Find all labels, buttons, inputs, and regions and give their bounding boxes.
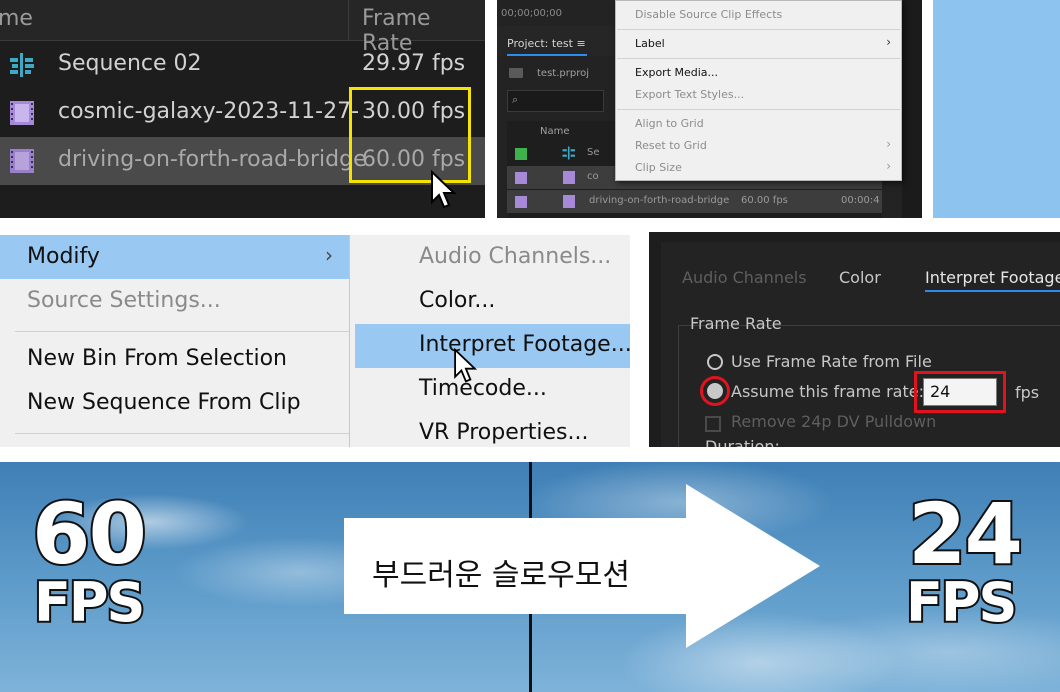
fps-before-unit: FPS xyxy=(32,571,147,634)
video-clip-icon xyxy=(10,149,34,173)
menu-item-label[interactable]: Label xyxy=(635,37,665,50)
item-duration: 00:00:4 xyxy=(841,195,880,206)
duration-label: Duration: xyxy=(705,437,780,447)
menu-separator xyxy=(15,331,349,332)
submenu-arrow-icon: › xyxy=(325,243,333,267)
menu-item-source-settings: Source Settings... xyxy=(27,288,221,313)
menu-item-new-sequence-from-clip[interactable]: New Sequence From Clip xyxy=(27,390,301,415)
item-framerate: 29.97 fps xyxy=(362,51,466,76)
timecode-display: 00;00;00;00 xyxy=(501,8,563,19)
tab-interpret-footage[interactable]: Interpret Footage xyxy=(925,268,1060,287)
name-column-header[interactable]: Name xyxy=(540,126,570,137)
checkbox-remove-pulldown[interactable] xyxy=(705,416,721,432)
tab-project[interactable]: Project: test ≡ xyxy=(507,37,586,50)
item-name: driving-on-forth-road-bridge xyxy=(589,195,730,206)
name-column-header[interactable]: me xyxy=(0,6,33,31)
project-list-zoom: me Frame Rate Sequence 02 29.97 fps cosm… xyxy=(0,0,485,218)
menu-item-new-bin-from-selection[interactable]: New Bin From Selection xyxy=(27,346,287,371)
project-panel-context-menu: 00;00;00;00 Project: test ≡ test.prproj … xyxy=(497,0,922,218)
menu-item-export-text-styles: Export Text Styles... xyxy=(635,88,745,101)
submenu-arrow-icon: › xyxy=(886,137,891,151)
menu-separator xyxy=(15,433,349,434)
annotation-circle xyxy=(700,376,730,406)
menu-item-align-to-grid: Align to Grid xyxy=(635,117,704,130)
label-color-swatch xyxy=(515,148,527,160)
column-divider[interactable] xyxy=(348,0,349,40)
menu-separator xyxy=(617,109,900,110)
mouse-cursor-icon xyxy=(431,170,456,209)
panel-menu-icon[interactable]: ≡ xyxy=(576,37,585,50)
submenu-arrow-icon: › xyxy=(886,159,891,173)
list-item[interactable]: Sequence 02 29.97 fps xyxy=(0,41,485,89)
item-name: Se xyxy=(587,147,600,158)
menu-item-modify[interactable]: Modify xyxy=(27,244,100,269)
slow-motion-caption: 부드러운 슬로우모션 xyxy=(372,558,630,593)
section-title: Frame Rate xyxy=(690,314,782,333)
video-clip-icon xyxy=(563,195,575,208)
folder-icon xyxy=(509,68,523,78)
menu-item-vr-properties[interactable]: VR Properties... xyxy=(419,420,589,445)
video-clip-icon xyxy=(563,171,575,184)
item-name: cosmic-galaxy-2023-11-27- xyxy=(58,99,360,124)
active-tab-underline xyxy=(507,54,587,56)
menu-item-export-media[interactable]: Export Media... xyxy=(635,66,718,79)
sequence-icon xyxy=(562,146,575,160)
sequence-icon xyxy=(10,53,34,77)
menu-item-clip-size: Clip Size xyxy=(635,161,682,174)
tab-project-label: Project: test xyxy=(507,37,573,50)
fps-after-unit: FPS xyxy=(904,571,1019,634)
tab-color[interactable]: Color xyxy=(839,268,881,287)
item-framerate: 60.00 fps xyxy=(741,195,788,206)
frame-rate-field[interactable]: 24 xyxy=(923,378,997,406)
item-name: driving-on-forth-road-bridge xyxy=(58,147,367,172)
submenu-arrow-icon: › xyxy=(886,35,891,49)
item-name: co xyxy=(587,171,599,182)
label-color-swatch xyxy=(515,196,527,208)
list-item[interactable]: driving-on-forth-road-bridge 60.00 fps 0… xyxy=(507,190,882,213)
menu-item-disable-source-clip-effects: Disable Source Clip Effects xyxy=(635,8,783,21)
menu-item-interpret-footage[interactable]: Interpret Footage... xyxy=(419,332,630,357)
video-clip-icon xyxy=(10,101,34,125)
tool-strip xyxy=(902,0,922,218)
highlight-box xyxy=(349,87,471,183)
mouse-cursor-icon xyxy=(454,348,477,383)
active-tab-underline xyxy=(925,290,1060,292)
fps-after-number: 24 xyxy=(906,485,1025,583)
unit-label: fps xyxy=(1015,383,1040,402)
menu-item-color[interactable]: Color... xyxy=(419,288,495,313)
radio-label-assume-rate: Assume this frame rate: xyxy=(731,382,924,401)
menu-item-reset-to-grid: Reset to Grid xyxy=(635,139,707,152)
search-icon: ⌕ xyxy=(512,93,519,106)
interpret-footage-dialog: Audio Channels Color Interpret Footage F… xyxy=(649,232,1060,447)
checkbox-label-remove-pulldown: Remove 24p DV Pulldown xyxy=(731,412,937,431)
search-input[interactable] xyxy=(507,90,604,112)
tab-audio-channels[interactable]: Audio Channels xyxy=(682,268,807,287)
modify-submenu: Modify › Source Settings... New Bin From… xyxy=(0,235,630,447)
radio-use-file-rate[interactable] xyxy=(707,354,723,370)
menu-separator xyxy=(617,29,900,30)
project-filename: test.prproj xyxy=(537,68,589,79)
menu-separator xyxy=(617,58,900,59)
fps-before-number: 60 xyxy=(30,485,149,583)
menu-item-audio-channels: Audio Channels... xyxy=(419,244,612,269)
menu-item-timecode[interactable]: Timecode... xyxy=(419,376,547,401)
radio-label-use-file-rate: Use Frame Rate from File xyxy=(731,352,932,371)
label-color-swatch xyxy=(515,172,527,184)
blue-filler-panel xyxy=(933,0,1060,218)
context-menu: Disable Source Clip Effects Label › Expo… xyxy=(615,0,902,181)
item-name: Sequence 02 xyxy=(58,51,202,76)
slow-motion-banner: 60 FPS 부드러운 슬로우모션 24 FPS xyxy=(0,462,1060,692)
